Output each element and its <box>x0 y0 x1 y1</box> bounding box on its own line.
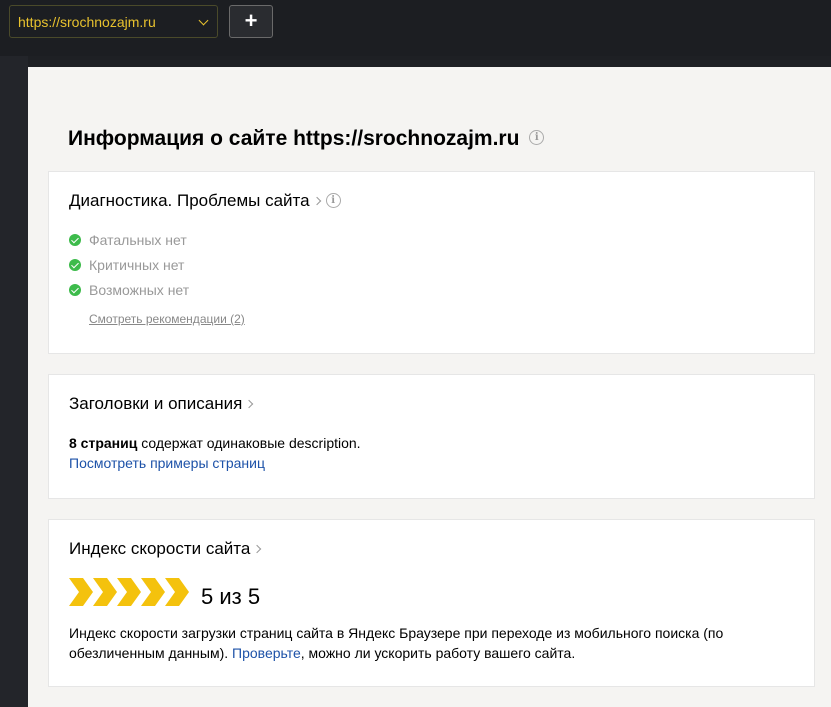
speed-score: 5 из 5 <box>201 584 261 609</box>
speed-card: Индекс скорости сайта 5 из 5 Индекс скор… <box>48 519 815 687</box>
left-sidebar-strip <box>0 56 28 707</box>
speed-rating-chevrons <box>69 578 189 606</box>
check-link[interactable]: Проверьте <box>232 645 301 661</box>
diagnostics-title-text: Диагностика. Проблемы сайта <box>69 191 310 210</box>
page-title-text: Информация о сайте https://srochnozajm.r… <box>68 127 520 150</box>
speed-chevron-icon <box>69 578 93 606</box>
duplicate-description-text: 8 страниц содержат одинаковые descriptio… <box>69 435 361 451</box>
speed-chevron-icon <box>141 578 165 606</box>
chevron-down-icon <box>198 15 209 26</box>
speed-description: Индекс скорости загрузки страниц сайта в… <box>69 623 789 663</box>
speed-chevron-icon <box>165 578 189 606</box>
chevron-right-icon <box>312 196 321 206</box>
headers-title[interactable]: Заголовки и описания <box>69 394 254 414</box>
info-icon[interactable]: i <box>325 193 341 209</box>
site-selector[interactable]: https://srochnozajm.ru <box>9 5 218 38</box>
diagnostic-item-label: Возможных нет <box>89 282 190 298</box>
recommendations-link[interactable]: Смотреть рекомендации (2) <box>89 312 245 326</box>
top-bar: https://srochnozajm.ru + <box>0 0 831 56</box>
main-content: Информация о сайте https://srochnozajm.r… <box>28 67 831 707</box>
page-title: Информация о сайте https://srochnozajm.r… <box>68 127 545 151</box>
info-icon[interactable]: i <box>529 129 545 145</box>
speed-description-tail: , можно ли ускорить работу вашего сайта. <box>300 645 576 661</box>
check-circle-icon <box>69 234 81 247</box>
check-circle-icon <box>69 284 81 297</box>
diagnostic-item-label: Фатальных нет <box>89 232 187 248</box>
site-selector-value: https://srochnozajm.ru <box>18 14 156 30</box>
chevron-right-icon <box>253 544 262 554</box>
pages-text: содержат одинаковые description. <box>137 435 361 451</box>
speed-chevron-icon <box>117 578 141 606</box>
add-site-button[interactable]: + <box>229 5 273 38</box>
chevron-right-icon <box>245 399 254 409</box>
plus-icon: + <box>244 8 258 33</box>
diagnostics-card: Диагностика. Проблемы сайта i Фатальных н… <box>48 171 815 354</box>
diagnostic-item-critical: Критичных нет <box>69 257 184 273</box>
examples-link[interactable]: Посмотреть примеры страниц <box>69 455 265 471</box>
headers-card: Заголовки и описания 8 страниц содержат … <box>48 374 815 499</box>
diagnostic-item-possible: Возможных нет <box>69 282 189 298</box>
speed-title[interactable]: Индекс скорости сайта <box>69 539 262 559</box>
check-circle-icon <box>69 259 81 272</box>
diagnostic-item-fatal: Фатальных нет <box>69 232 187 248</box>
speed-chevron-icon <box>93 578 117 606</box>
diagnostic-item-label: Критичных нет <box>89 257 185 273</box>
pages-count: 8 страниц <box>69 435 138 451</box>
headers-title-text: Заголовки и описания <box>69 394 243 413</box>
diagnostics-title[interactable]: Диагностика. Проблемы сайта i <box>69 191 341 211</box>
speed-title-text: Индекс скорости сайта <box>69 539 251 558</box>
